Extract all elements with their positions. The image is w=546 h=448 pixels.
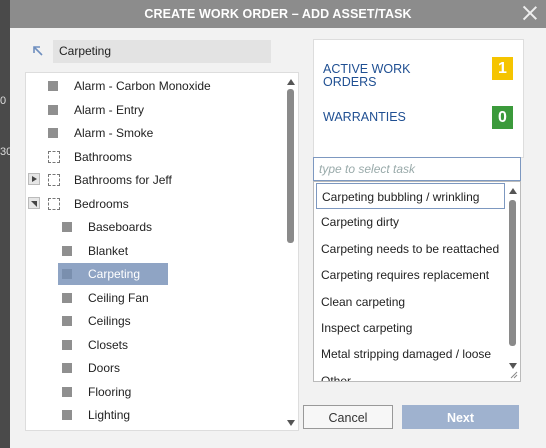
- task-dropdown-list: Carpeting bubbling / wrinkling Carpeting …: [313, 181, 521, 382]
- group-icon: [48, 150, 60, 163]
- scroll-down-icon[interactable]: [509, 363, 517, 369]
- tree-item-label: Alarm - Smoke: [74, 126, 154, 140]
- tree-item-label: Alarm - Carbon Monoxide: [74, 79, 211, 93]
- tree-item[interactable]: Bathrooms for Jeff: [28, 169, 283, 191]
- tree-item-label: Lighting: [88, 408, 131, 422]
- expand-icon[interactable]: [28, 173, 40, 185]
- tree-item-label: Ceiling Fan: [88, 290, 149, 305]
- cancel-button[interactable]: Cancel: [303, 405, 393, 429]
- warranties-link[interactable]: WARRANTIES: [323, 111, 433, 124]
- background-fragment: 0: [0, 95, 7, 107]
- create-work-order-dialog: CREATE WORK ORDER – ADD ASSET/TASK Carpe…: [10, 0, 546, 448]
- asset-icon: [62, 245, 72, 256]
- asset-icon: [62, 410, 72, 420]
- tree-item-label: Blanket: [88, 243, 129, 258]
- scroll-thumb[interactable]: [287, 89, 294, 243]
- asset-icon: [62, 363, 72, 373]
- tree-item-label: Bedrooms: [74, 196, 129, 211]
- asset-icon: [48, 128, 58, 138]
- task-option[interactable]: Carpeting bubbling / wrinkling: [316, 183, 505, 209]
- breadcrumb-current: Carpeting: [53, 40, 271, 63]
- tree-item-label: Alarm - Entry: [74, 102, 145, 117]
- group-icon: [48, 174, 60, 186]
- tree-item[interactable]: Baseboards: [62, 216, 283, 238]
- tree-item[interactable]: Doors: [62, 357, 283, 379]
- warranties-count: 0: [492, 106, 513, 129]
- task-option[interactable]: Clean carpeting: [316, 289, 505, 315]
- asset-icon: [62, 386, 72, 397]
- resize-grip-icon[interactable]: [510, 371, 518, 379]
- dialog-title: CREATE WORK ORDER – ADD ASSET/TASK: [10, 0, 546, 28]
- asset-icon: [48, 104, 58, 115]
- asset-icon: [62, 316, 72, 326]
- tree-item-label: Bathrooms: [74, 149, 133, 164]
- group-icon: [48, 197, 60, 210]
- tree-item-label: Bathrooms for Jeff: [74, 173, 172, 187]
- tree-item-label: Baseboards: [88, 220, 153, 234]
- asset-tree: Alarm - Carbon Monoxide Alarm - Entry Alar…: [25, 72, 299, 431]
- asset-icon: [62, 222, 72, 232]
- tree-item[interactable]: Closets: [62, 334, 283, 356]
- active-work-orders-link[interactable]: ACTIVE WORK ORDERS: [323, 63, 433, 89]
- scroll-down-icon[interactable]: [287, 420, 295, 426]
- tree-item-label: Closets: [88, 337, 129, 352]
- arrow-up-left-icon[interactable]: [31, 44, 45, 58]
- tree-item-label: Flooring: [88, 384, 132, 399]
- background-page: 0 30: [0, 0, 12, 448]
- tree-scrollbar[interactable]: [284, 73, 298, 430]
- task-search-input[interactable]: [313, 157, 521, 181]
- asset-icon: [62, 292, 72, 303]
- task-option[interactable]: Other: [316, 368, 505, 381]
- asset-icon: [62, 339, 72, 350]
- task-option[interactable]: Inspect carpeting: [316, 315, 505, 341]
- tree-item[interactable]: Flooring: [62, 381, 283, 403]
- scroll-up-icon[interactable]: [509, 188, 517, 194]
- asset-icon: [62, 269, 72, 279]
- tree-item[interactable]: Lighting: [62, 404, 283, 426]
- next-button[interactable]: Next: [402, 405, 519, 429]
- task-option[interactable]: Carpeting needs to be reattached: [316, 236, 505, 262]
- tree-item-label: Carpeting: [58, 263, 169, 285]
- active-work-orders-count: 1: [492, 57, 513, 80]
- tree-item-label: Ceilings: [88, 314, 131, 328]
- tree-item[interactable]: Alarm - Entry: [48, 99, 283, 121]
- task-list-scrollbar[interactable]: [506, 182, 520, 381]
- task-option[interactable]: Metal stripping damaged / loose: [316, 341, 505, 367]
- tree-item-label: Doors: [88, 361, 121, 375]
- collapse-icon[interactable]: [28, 196, 40, 209]
- tree-item[interactable]: Blanket: [62, 240, 283, 262]
- tree-item[interactable]: Alarm - Carbon Monoxide: [48, 75, 283, 97]
- scroll-thumb[interactable]: [509, 200, 516, 346]
- close-icon[interactable]: [522, 4, 538, 20]
- task-option[interactable]: Carpeting requires replacement: [316, 262, 505, 288]
- scroll-up-icon[interactable]: [287, 79, 295, 85]
- tree-item[interactable]: Carpeting: [58, 263, 283, 285]
- stats-panel: ACTIVE WORK ORDERS 1 WARRANTIES 0: [313, 39, 524, 158]
- asset-icon: [48, 81, 58, 91]
- tree-item[interactable]: Bedrooms: [28, 193, 283, 215]
- tree-item[interactable]: Alarm - Smoke: [48, 122, 283, 144]
- task-option[interactable]: Carpeting dirty: [316, 209, 505, 235]
- tree-item[interactable]: Bathrooms: [48, 146, 283, 168]
- tree-item[interactable]: Ceiling Fan: [62, 287, 283, 309]
- tree-item[interactable]: Ceilings: [62, 310, 283, 332]
